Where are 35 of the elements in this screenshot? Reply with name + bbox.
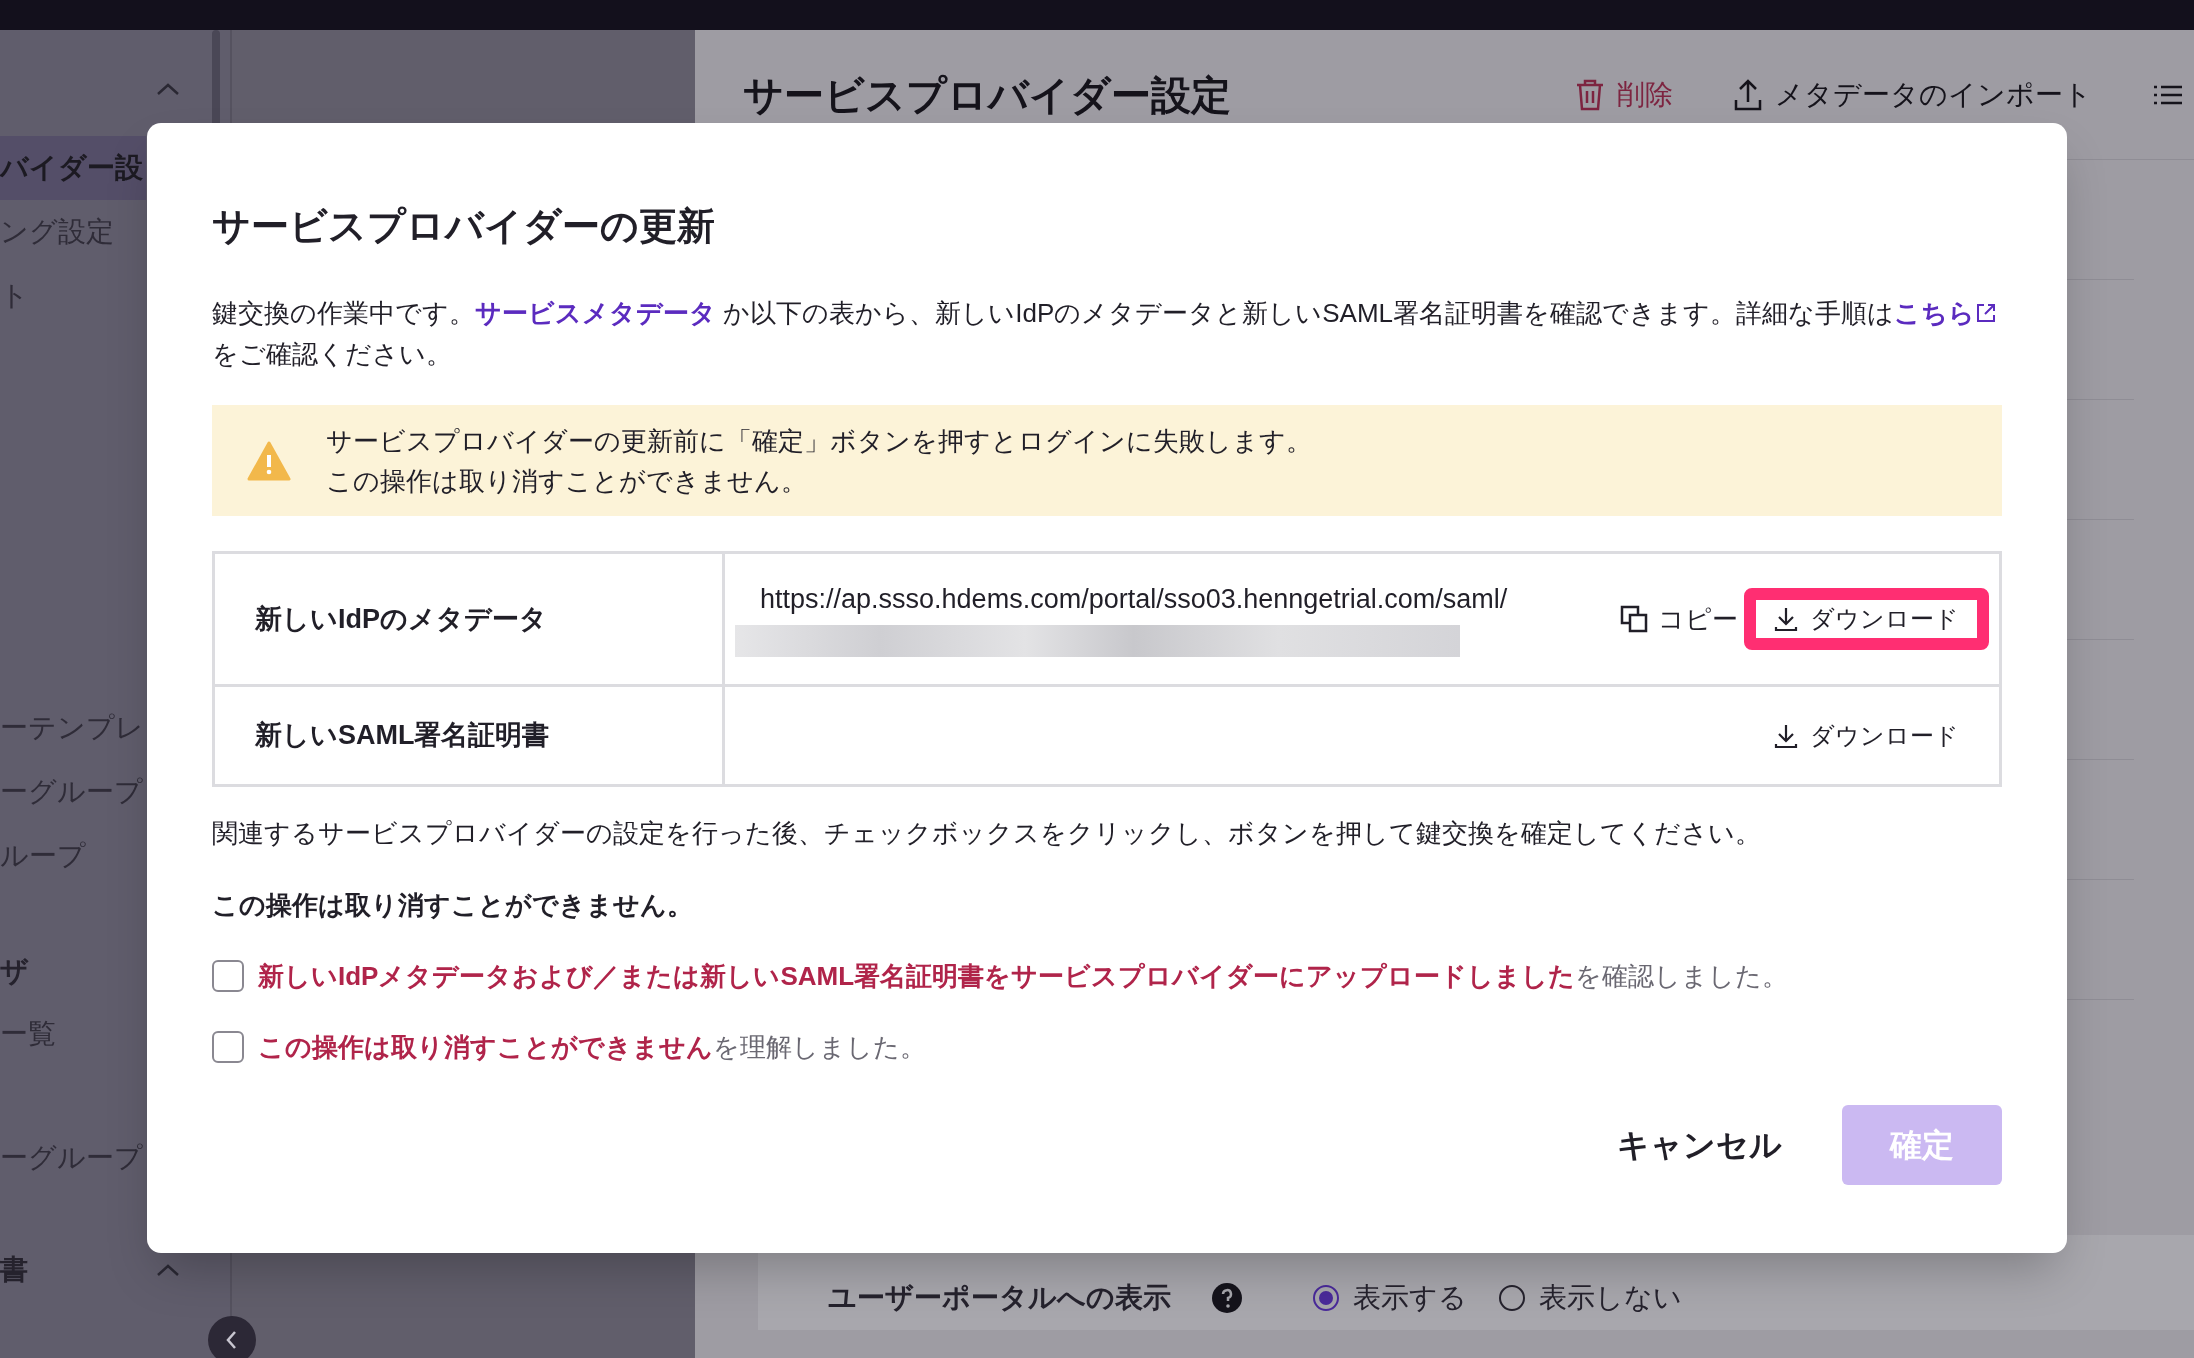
- radio-option[interactable]: 表示しない: [1499, 1276, 1682, 1319]
- download-icon: [1774, 606, 1798, 632]
- download-button[interactable]: ダウンロード: [1744, 704, 1989, 767]
- page-title: サービスプロバイダー設定: [743, 71, 1232, 119]
- section-heading: ザ: [0, 955, 29, 989]
- row-label: 新しいSAML署名証明書: [215, 687, 725, 784]
- row-label: 新しいIdPのメタデータ: [215, 554, 725, 684]
- checkbox[interactable]: [212, 1031, 244, 1063]
- warning-icon: [247, 440, 291, 481]
- setting-label: ユーザーポータルへの表示: [828, 1280, 1171, 1315]
- cancel-button[interactable]: キャンセル: [1597, 1105, 1802, 1185]
- upload-icon: [1733, 77, 1763, 112]
- checkbox-label: 新しいIdPメタデータおよび／または新しいSAML署名証明書をサービスプロバイダーにアップロードしましたを確認しました。: [258, 959, 1789, 993]
- link[interactable]: こちら: [1894, 298, 1998, 328]
- link[interactable]: サービスメタデータ: [475, 298, 716, 328]
- download-icon: [1774, 722, 1798, 749]
- help-icon[interactable]: [1211, 1281, 1243, 1314]
- warning-text: サービスプロバイダーの更新前に「確定」ボタンを押すとログインに失敗します。: [326, 424, 1312, 458]
- section-heading: 書: [0, 1253, 28, 1287]
- checkbox-label: この操作は取り消すことができませんを理解しました。: [258, 1030, 926, 1064]
- delete-button[interactable]: 削除: [1575, 73, 1673, 116]
- dialog-title: サービスプロバイダーの更新: [212, 204, 716, 249]
- copy-icon: [1620, 605, 1648, 633]
- checkbox[interactable]: [212, 960, 244, 992]
- copy-button[interactable]: コピー: [1620, 599, 1738, 639]
- trash-icon: [1575, 77, 1605, 112]
- radio-option[interactable]: 表示する: [1313, 1276, 1467, 1319]
- import-button[interactable]: メタデータのインポート: [1733, 73, 2092, 116]
- instruction-text: 関連するサービスプロバイダーの設定を行った後、チェックボックスをクリックし、ボタンを押して鍵交換を確定してください。: [212, 817, 1762, 850]
- download-button[interactable]: ダウンロード: [1744, 588, 1989, 650]
- notice-text: この操作は取り消すことができません。: [212, 889, 694, 922]
- external-link-icon: [1975, 302, 1998, 324]
- warning-text: この操作は取り消すことができません。: [326, 464, 808, 498]
- url-text: https://ap.ssso.hdems.com/portal/sso03.henngetrial.com/saml/: [759, 583, 1509, 616]
- description-text: 鍵交換の作業中です。サービスメタデータ か以下の表から、新しいIdPのメタデータと新しいSAML署名証明書を確認できます。詳細な手順はこちら をご確認ください。: [212, 293, 2002, 375]
